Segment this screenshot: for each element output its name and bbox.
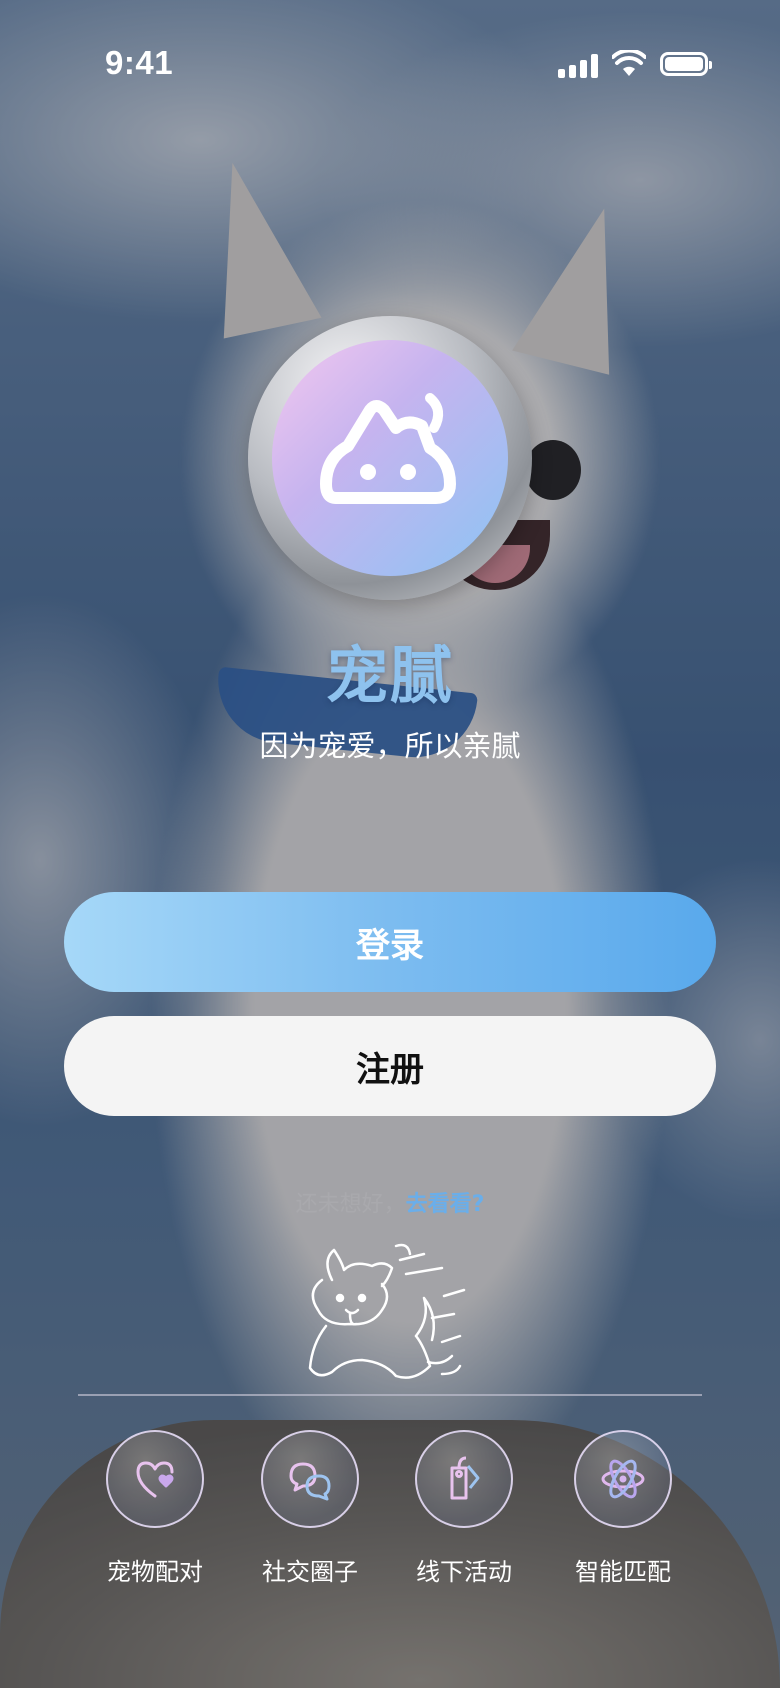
feature-label: 宠物配对 — [107, 1558, 203, 1586]
app-name: 宠腻 — [325, 639, 454, 712]
feature-icon-circle — [415, 1430, 513, 1528]
feature-smart-matching[interactable]: 智能匹配 — [553, 1430, 693, 1587]
register-button[interactable]: 注册 — [64, 1016, 716, 1116]
feature-label: 社交圈子 — [262, 1558, 358, 1586]
divider — [78, 1394, 702, 1396]
feature-offline-events[interactable]: 线下活动 — [394, 1430, 534, 1587]
running-dog-illustration — [308, 1243, 466, 1379]
cellular-signal-icon — [558, 54, 600, 78]
feature-social-circle[interactable]: 社交圈子 — [240, 1430, 380, 1587]
feature-icon-circle — [261, 1430, 359, 1528]
feature-label: 智能匹配 — [575, 1558, 671, 1586]
feature-icon-circle — [106, 1430, 204, 1528]
chat-bubbles-icon — [289, 1462, 331, 1501]
status-bar: 9:41 — [0, 0, 780, 130]
atom-icon — [601, 1459, 645, 1499]
feature-pet-matching[interactable]: 宠物配对 — [85, 1430, 225, 1587]
battery-icon — [660, 52, 712, 76]
app-tagline: 因为宠爱，所以亲腻 — [259, 729, 521, 763]
browse-link[interactable]: 去看看? — [406, 1192, 485, 1217]
pet-face-logo-icon — [320, 393, 456, 504]
tag-icon — [450, 1456, 480, 1500]
browse-prompt-text: 还未想好， — [295, 1192, 406, 1217]
feature-label: 线下活动 — [416, 1558, 512, 1586]
wifi-icon — [612, 50, 646, 76]
feature-row: 宠物配对 社交圈子 线下活动 智能匹配 — [0, 1430, 780, 1600]
login-button[interactable]: 登录 — [64, 892, 716, 992]
browse-prompt: 还未想好，去看看? — [0, 1186, 780, 1218]
status-time: 9:41 — [105, 44, 174, 81]
feature-icon-circle — [574, 1430, 672, 1528]
heart-paw-icon — [136, 1461, 174, 1498]
